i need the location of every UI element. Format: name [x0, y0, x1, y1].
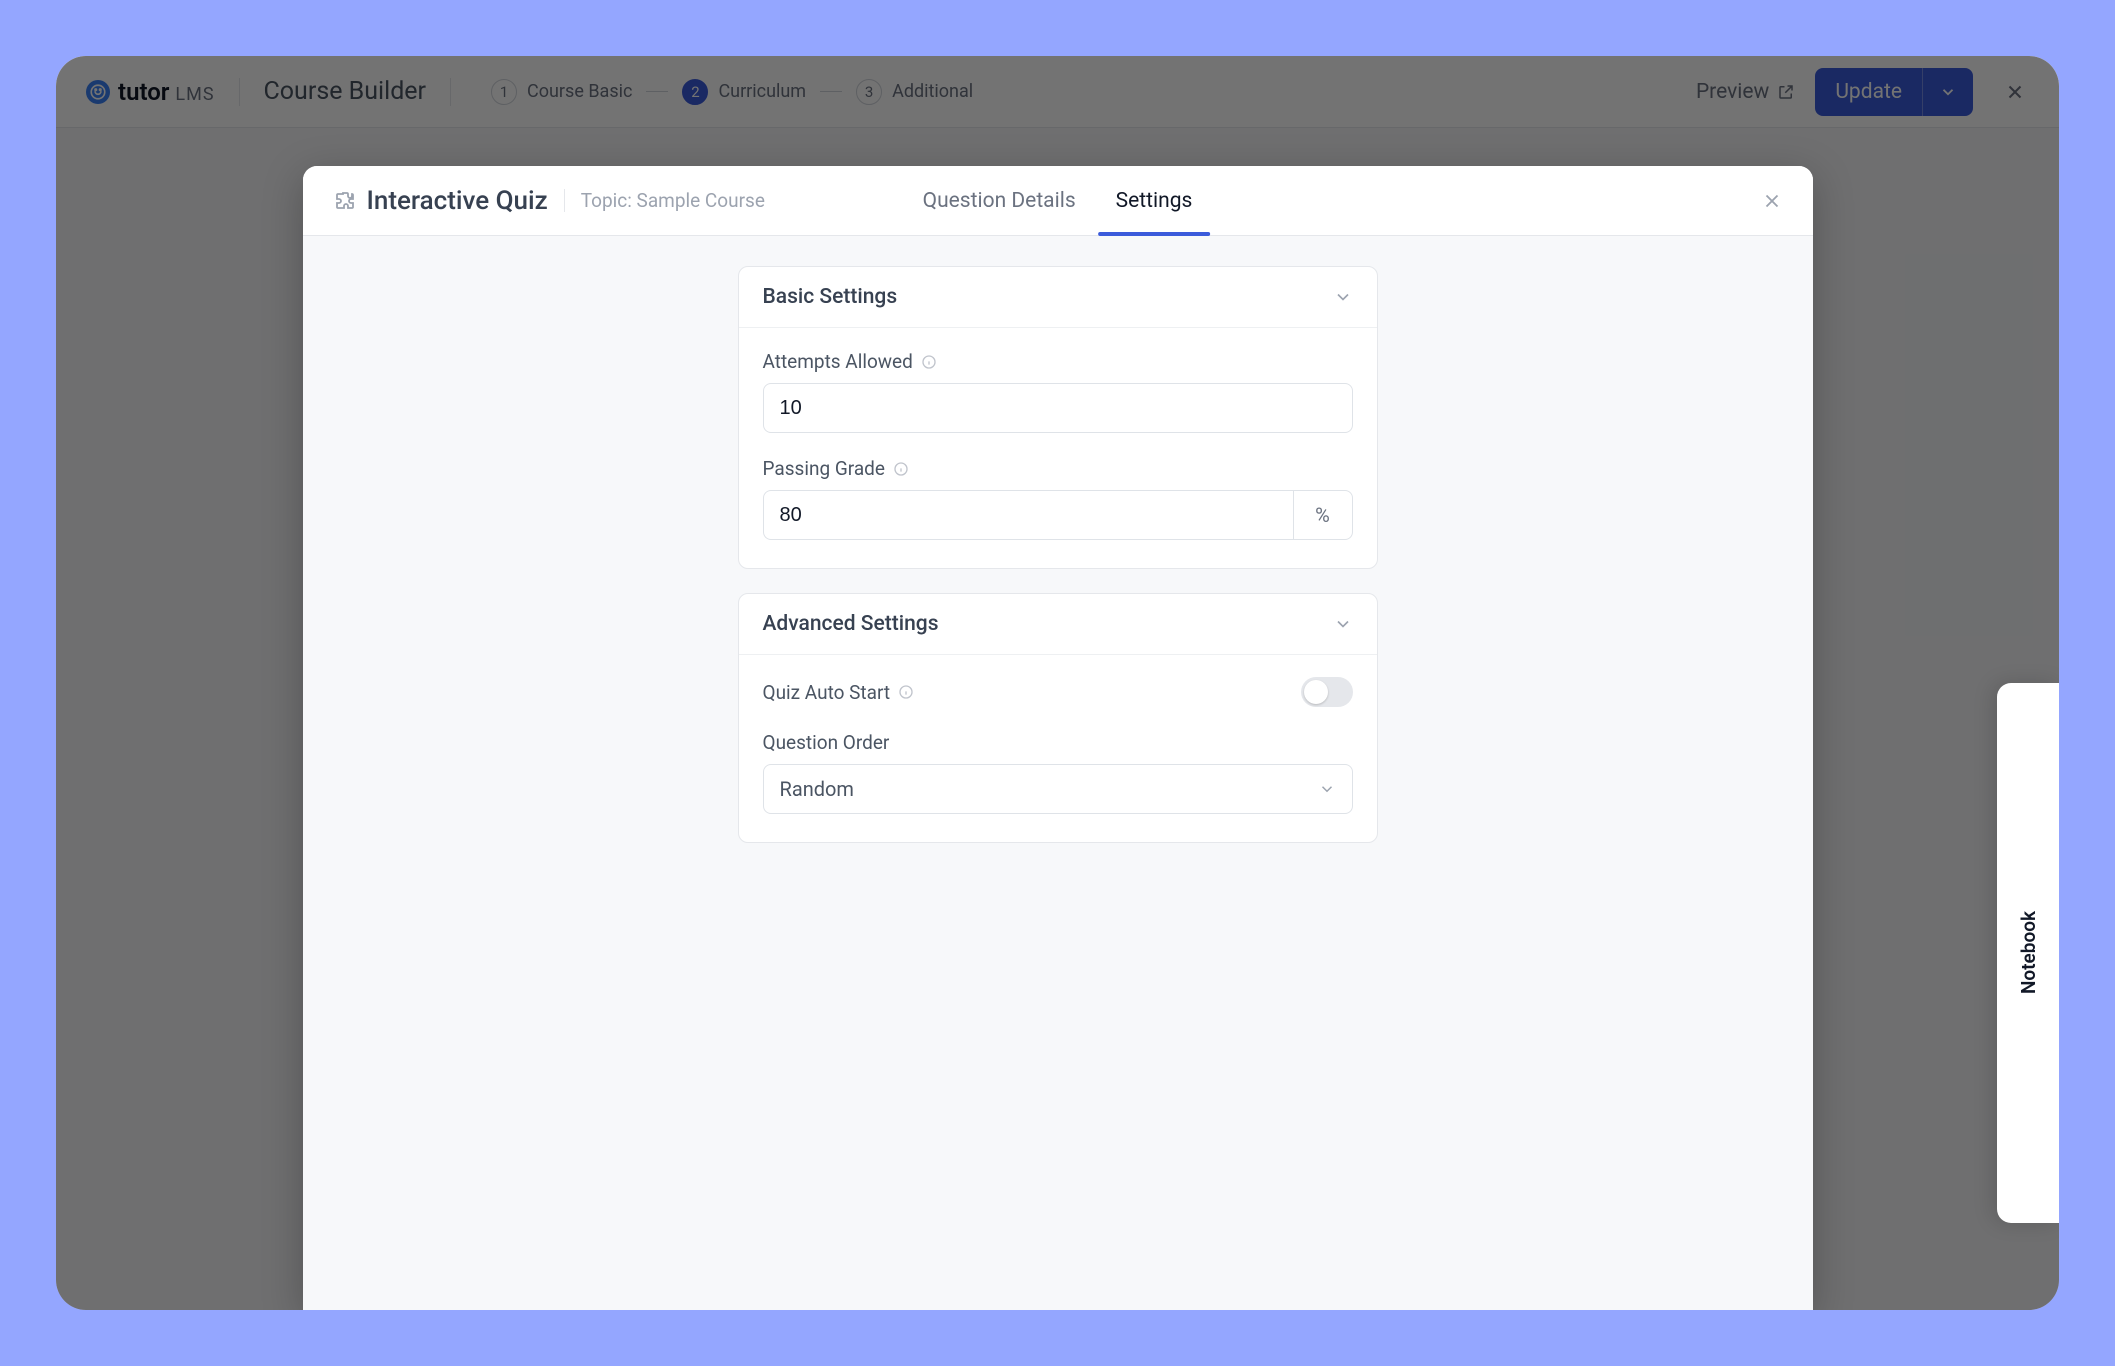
quiz-settings-modal: Interactive Quiz Topic: Sample Course Qu…: [303, 166, 1813, 1310]
chevron-down-icon: [1333, 614, 1353, 634]
modal-topic: Topic: Sample Course: [564, 189, 765, 212]
advanced-settings-body: Quiz Auto Start Question Ord: [739, 655, 1377, 842]
modal-title-text: Interactive Quiz: [367, 186, 548, 216]
modal-title: Interactive Quiz: [333, 186, 548, 216]
toggle-knob: [1304, 680, 1328, 704]
app-window: tutor LMS Course Builder 1 Course Basic …: [56, 56, 2059, 1310]
attempts-allowed-label: Attempts Allowed: [763, 350, 1353, 373]
passing-grade-label: Passing Grade: [763, 457, 1353, 480]
question-order-select[interactable]: Random: [763, 764, 1353, 814]
info-icon[interactable]: [921, 354, 937, 370]
modal-header: Interactive Quiz Topic: Sample Course Qu…: [303, 166, 1813, 236]
basic-settings-card: Basic Settings Attempts Allowed: [738, 266, 1378, 569]
percent-suffix: %: [1293, 490, 1353, 540]
passing-grade-input[interactable]: [763, 490, 1293, 540]
label-text: Attempts Allowed: [763, 350, 913, 373]
tab-settings[interactable]: Settings: [1116, 166, 1193, 235]
modal-topic-name: Sample Course: [637, 189, 765, 212]
modal-body: Basic Settings Attempts Allowed: [303, 236, 1813, 873]
question-order-label: Question Order: [763, 731, 1353, 754]
modal-tabs: Question Details Settings: [923, 166, 1193, 235]
quiz-auto-start-label: Quiz Auto Start: [763, 681, 915, 704]
question-order-field: Question Order Random: [763, 731, 1353, 814]
tab-question-details[interactable]: Question Details: [923, 166, 1076, 235]
select-value: Random: [780, 777, 854, 801]
info-icon[interactable]: [898, 684, 914, 700]
modal-close-button[interactable]: [1761, 190, 1783, 212]
advanced-settings-card: Advanced Settings Quiz Auto Start: [738, 593, 1378, 843]
basic-settings-title: Basic Settings: [763, 285, 898, 309]
close-icon: [1761, 190, 1783, 212]
info-icon[interactable]: [893, 461, 909, 477]
puzzle-icon: [333, 189, 357, 213]
label-text: Quiz Auto Start: [763, 681, 891, 704]
quiz-auto-start-toggle[interactable]: [1301, 677, 1353, 707]
notebook-tab[interactable]: Notebook: [1997, 683, 2059, 1223]
passing-grade-input-group: %: [763, 490, 1353, 540]
notebook-label: Notebook: [2017, 911, 2040, 994]
chevron-down-icon: [1333, 287, 1353, 307]
attempts-allowed-input[interactable]: [763, 383, 1353, 433]
advanced-settings-title: Advanced Settings: [763, 612, 939, 636]
basic-settings-body: Attempts Allowed Passing Grade: [739, 328, 1377, 568]
chevron-down-icon: [1318, 780, 1336, 798]
label-text: Passing Grade: [763, 457, 885, 480]
attempts-allowed-field: Attempts Allowed: [763, 350, 1353, 433]
advanced-settings-header[interactable]: Advanced Settings: [739, 594, 1377, 655]
quiz-auto-start-row: Quiz Auto Start: [763, 677, 1353, 707]
basic-settings-header[interactable]: Basic Settings: [739, 267, 1377, 328]
modal-overlay: Interactive Quiz Topic: Sample Course Qu…: [56, 56, 2059, 1310]
passing-grade-field: Passing Grade %: [763, 457, 1353, 540]
modal-topic-prefix: Topic:: [581, 189, 632, 212]
label-text: Question Order: [763, 731, 890, 754]
